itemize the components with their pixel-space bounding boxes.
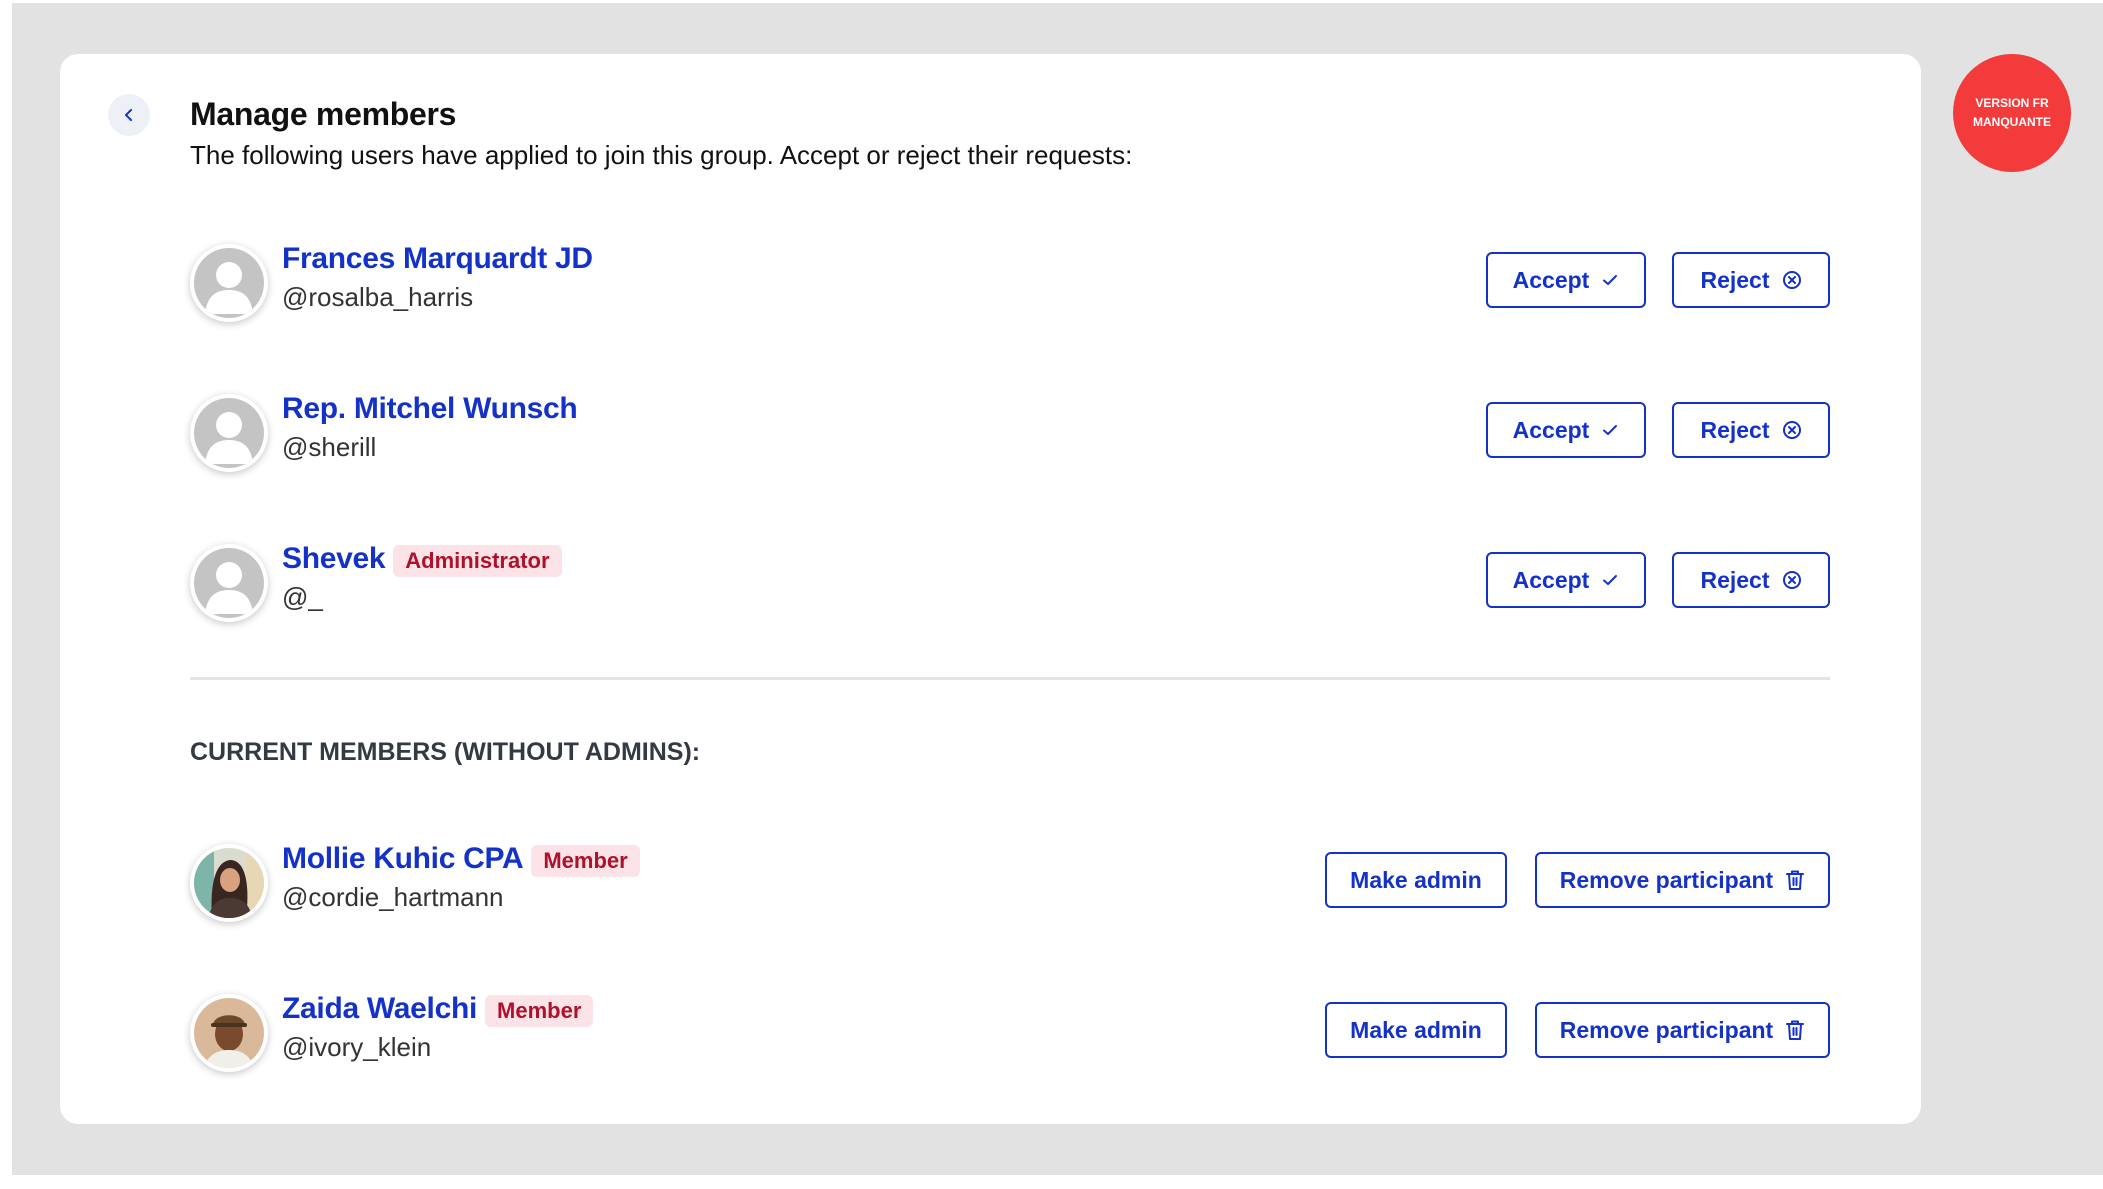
page-description: The following users have applied to join… <box>190 140 1133 170</box>
accept-label: Accept <box>1512 566 1590 593</box>
avatar <box>190 394 268 472</box>
user-name-link[interactable]: Shevek <box>282 542 386 576</box>
make-admin-button[interactable]: Make admin <box>1325 852 1507 908</box>
user-handle: @ivory_klein <box>282 1032 432 1062</box>
accept-label: Accept <box>1512 266 1590 293</box>
reject-label: Reject <box>1700 266 1770 293</box>
request-row: Rep. Mitchel Wunsch @sherill Accept Reje… <box>190 392 1830 482</box>
chevron-left-icon <box>125 109 132 121</box>
make-admin-label: Make admin <box>1350 866 1482 893</box>
avatar <box>190 544 268 622</box>
circle-x-icon <box>1782 421 1801 439</box>
default-user-icon <box>194 248 264 318</box>
name-line: Zaida Waelchi Member <box>282 992 594 1027</box>
role-badge: Member <box>531 845 640 877</box>
user-name-link[interactable]: Frances Marquardt JD <box>282 242 593 276</box>
make-admin-button[interactable]: Make admin <box>1325 1002 1507 1058</box>
photo-man-cap-avatar <box>194 998 264 1068</box>
remove-participant-label: Remove participant <box>1559 866 1774 893</box>
check-icon <box>1603 275 1618 285</box>
reject-button[interactable]: Reject <box>1672 402 1830 458</box>
back-button[interactable] <box>108 94 150 136</box>
circle-x-icon <box>1782 571 1801 589</box>
photo-woman-avatar <box>194 848 264 918</box>
remove-participant-label: Remove participant <box>1559 1016 1774 1043</box>
reject-button[interactable]: Reject <box>1672 552 1830 608</box>
default-user-icon <box>194 548 264 618</box>
remove-participant-button[interactable]: Remove participant <box>1535 1002 1830 1058</box>
user-handle: @sherill <box>282 432 377 462</box>
role-badge: Member <box>485 995 594 1027</box>
user-name-link[interactable]: Zaida Waelchi <box>282 992 477 1026</box>
user-handle: @_ <box>282 582 323 612</box>
member-row: Zaida Waelchi Member @ivory_klein Make a… <box>190 992 1830 1082</box>
role-badge: Administrator <box>393 545 562 577</box>
name-line: Shevek Administrator <box>282 542 562 577</box>
page-title: Manage members <box>190 96 457 132</box>
avatar <box>190 244 268 322</box>
name-line: Rep. Mitchel Wunsch <box>282 392 578 426</box>
remove-participant-button[interactable]: Remove participant <box>1535 852 1830 908</box>
section-divider <box>190 677 1830 680</box>
check-icon <box>1603 575 1618 585</box>
user-name-link[interactable]: Mollie Kuhic CPA <box>282 842 524 876</box>
default-user-icon <box>194 398 264 468</box>
name-line: Mollie Kuhic CPA Member <box>282 842 640 877</box>
accept-button[interactable]: Accept <box>1486 252 1646 308</box>
accept-button[interactable]: Accept <box>1486 402 1646 458</box>
accept-label: Accept <box>1512 416 1590 443</box>
reject-button[interactable]: Reject <box>1672 252 1830 308</box>
language-badge: VERSION FR MANQUANTE <box>1953 54 2071 172</box>
trash-icon <box>1786 870 1805 890</box>
reject-label: Reject <box>1700 416 1770 443</box>
user-name-link[interactable]: Rep. Mitchel Wunsch <box>282 392 578 426</box>
circle-x-icon <box>1782 271 1801 289</box>
make-admin-label: Make admin <box>1350 1016 1482 1043</box>
avatar <box>190 994 268 1072</box>
trash-icon <box>1786 1020 1805 1040</box>
reject-label: Reject <box>1700 566 1770 593</box>
avatar <box>190 844 268 922</box>
current-members-heading: CURRENT MEMBERS (WITHOUT ADMINS): <box>190 738 701 766</box>
user-handle: @rosalba_harris <box>282 282 474 312</box>
member-row: Mollie Kuhic CPA Member @cordie_hartmann… <box>190 842 1830 932</box>
name-line: Frances Marquardt JD <box>282 242 593 276</box>
request-row: Frances Marquardt JD @rosalba_harris Acc… <box>190 242 1830 332</box>
request-row: Shevek Administrator @_ Accept Reject <box>190 542 1830 632</box>
user-handle: @cordie_hartmann <box>282 882 504 912</box>
accept-button[interactable]: Accept <box>1486 552 1646 608</box>
check-icon <box>1603 425 1618 435</box>
